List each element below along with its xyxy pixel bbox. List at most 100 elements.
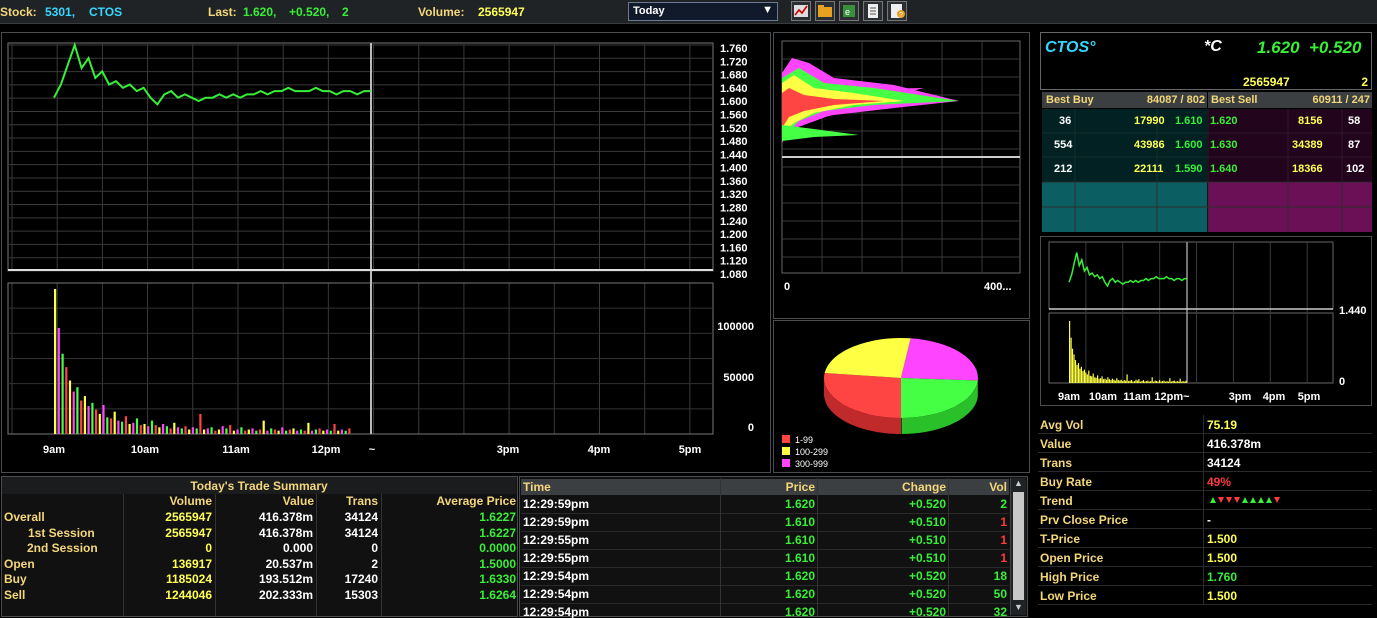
mini-volume-bar <box>1164 381 1167 383</box>
export-icon[interactable]: e <box>839 1 859 21</box>
volume-bar <box>121 421 124 434</box>
trade-price: 1.620 <box>784 497 815 511</box>
volume-at-price-chart: 0 400... <box>781 40 1021 293</box>
trade-change: +0.520 <box>908 605 946 618</box>
volume-bar <box>206 428 209 434</box>
depth-row-1[interactable]: 36 17990 1.610 1.620 8156 58 <box>1042 109 1372 133</box>
trade-change: +0.510 <box>908 533 946 547</box>
summary-volume: 0 <box>205 541 212 555</box>
volume-bar <box>340 429 343 434</box>
summary-row-label: Overall <box>4 510 45 524</box>
summary-volume: 1185024 <box>165 572 212 586</box>
volume-bar <box>262 420 265 434</box>
quote-flag: *C <box>1204 38 1222 55</box>
volume-bar <box>91 402 94 434</box>
mini-volume-bar <box>1094 377 1096 383</box>
legend-swatch <box>782 447 790 455</box>
volume-bar <box>270 428 273 434</box>
mini-volume-bar <box>1170 381 1172 383</box>
volume-bar <box>288 429 291 434</box>
summary-volume: 1244046 <box>165 587 212 602</box>
legend-swatch <box>782 459 790 467</box>
volume-bar <box>117 420 120 434</box>
trade-log-col-header: Time <box>523 480 551 494</box>
volume-bar <box>296 430 299 434</box>
stat-value: 416.378m <box>1207 437 1262 451</box>
summary-value: 202.333m <box>258 587 313 602</box>
mini-volume-bar <box>1182 381 1184 383</box>
price-axis-tick: 1.480 <box>720 136 748 148</box>
depth-row-2[interactable]: 554 43986 1.600 1.630 34389 87 <box>1042 133 1372 157</box>
buy-count: 36 <box>1059 115 1072 127</box>
mini-volume-bar <box>1132 381 1134 383</box>
scroll-down-icon[interactable]: ▼ <box>1011 602 1026 615</box>
volume-bar <box>180 428 183 434</box>
stat-label: Prv Close Price <box>1040 513 1129 527</box>
mini-volume-bar <box>1101 376 1103 383</box>
summary-trans: 15303 <box>344 587 378 602</box>
trade-time: 12:29:59pm <box>523 515 590 529</box>
summary-value: 20.537m <box>265 556 313 571</box>
volume-bar <box>169 428 172 434</box>
trade-log-scrollbar[interactable]: ▲ ▼ <box>1010 478 1026 615</box>
mini-volume-bar <box>1107 377 1109 383</box>
stat-label: Trend <box>1040 494 1073 508</box>
volume-bar <box>303 430 306 434</box>
price-axis-tick: 1.160 <box>720 242 748 254</box>
chart-icon[interactable] <box>791 1 811 21</box>
scroll-thumb[interactable] <box>1013 492 1024 600</box>
volume-axis-tick: 50000 <box>723 372 754 384</box>
trend-arrows-icon <box>1210 497 1280 503</box>
help-icon[interactable]: ? <box>887 1 907 21</box>
summary-trans: 2 <box>371 556 378 571</box>
volume-bar <box>348 428 351 434</box>
volume-bar <box>128 424 131 434</box>
trade-volume: 2 <box>1000 497 1007 511</box>
price-axis-tick: 1.640 <box>720 83 748 95</box>
price-axis-tick: 1.560 <box>720 109 748 121</box>
stat-label: T-Price <box>1040 532 1081 546</box>
mini-volume-bar <box>1172 381 1174 383</box>
quote-orders: 2 <box>1361 75 1368 89</box>
summary-row-label: Buy <box>4 572 27 586</box>
quote-change: +0.520 <box>1309 38 1362 57</box>
depth-row-3[interactable]: 212 22111 1.590 1.640 18366 102 <box>1042 157 1372 181</box>
mini-volume-bar <box>1138 379 1140 383</box>
summary-avg-price: 0.0000 <box>479 541 516 555</box>
stat-value: 49% <box>1207 475 1232 489</box>
stat-value: 1.500 <box>1207 551 1238 565</box>
mini-volume-bar <box>1091 376 1093 383</box>
price-axis-tick: 1.400 <box>720 163 748 175</box>
mini-volume-bar <box>1119 380 1121 383</box>
folder-icon[interactable] <box>815 1 835 21</box>
volume-bar <box>277 430 280 434</box>
volume-at-price-panel: 0 400... <box>773 32 1030 319</box>
mini-volume-bar <box>1181 381 1183 383</box>
chevron-down-icon: ▼ <box>762 4 773 16</box>
mini-time-tick: 3pm <box>1229 391 1252 403</box>
scroll-up-icon[interactable]: ▲ <box>1011 478 1026 491</box>
mini-volume-bar <box>1108 379 1110 383</box>
summary-value: 193.512m <box>258 572 313 586</box>
sell-price: 1.620 <box>1210 115 1238 127</box>
mini-volume-bar <box>1156 381 1158 383</box>
trade-time: 12:29:54pm <box>523 587 590 601</box>
mini-volume-bar <box>1133 381 1136 383</box>
sell-count: 58 <box>1348 115 1361 127</box>
volume-bar <box>258 429 262 434</box>
mini-volume-bar <box>1151 377 1153 383</box>
volume-bar <box>106 417 109 434</box>
mini-volume-bar <box>1077 363 1080 383</box>
legend-label: 1-99 <box>795 435 813 445</box>
document-icon[interactable] <box>863 1 883 21</box>
stat-label: Trans <box>1040 456 1073 470</box>
legend-label: 100-299 <box>795 447 828 457</box>
volume-bar <box>311 430 314 434</box>
stat-label: Buy Rate <box>1040 475 1093 489</box>
summary-avg-price: 1.6330 <box>479 572 516 586</box>
stat-value: 34124 <box>1207 456 1241 470</box>
period-select[interactable]: Today ▼ <box>628 2 778 21</box>
mini-volume-bar <box>1076 364 1078 383</box>
price-axis-tick: 1.600 <box>720 96 748 108</box>
mini-volume-bar <box>1116 378 1118 383</box>
